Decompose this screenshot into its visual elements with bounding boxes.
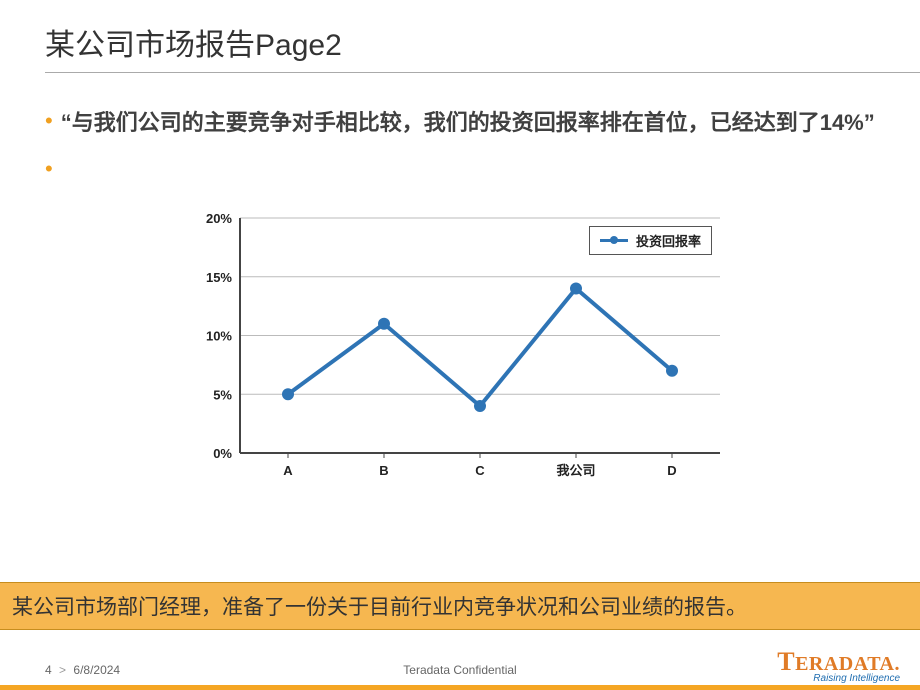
bullet-dot-icon: • [45, 158, 53, 180]
title-rule [45, 72, 920, 73]
bullet-text-1: “与我们公司的主要竞争对手相比较，我们的投资回报率排在首位，已经达到了14%” [61, 108, 875, 138]
footer-meta: 4 > 6/8/2024 [0, 663, 120, 677]
footer-date: 6/8/2024 [73, 663, 120, 677]
svg-text:A: A [283, 463, 293, 478]
footer: 4 > 6/8/2024 Teradata Confidential TERAD… [0, 656, 920, 684]
chart-container: 投资回报率 0% 5% 10% 15% 20% A B C 我公司 D [45, 198, 875, 488]
footer-confidential: Teradata Confidential [403, 663, 516, 677]
logo-main: TERADATA. [777, 649, 900, 675]
footer-logo: TERADATA. Raising Intelligence [777, 649, 900, 684]
footer-caret-icon: > [59, 663, 66, 677]
footer-page: 4 [45, 663, 52, 677]
svg-text:10%: 10% [206, 328, 232, 343]
svg-text:C: C [475, 463, 485, 478]
chart-legend: 投资回报率 [589, 226, 712, 255]
footer-stripe [0, 685, 920, 690]
svg-text:我公司: 我公司 [556, 463, 595, 478]
svg-text:20%: 20% [206, 211, 232, 226]
caption-bar: 某公司市场部门经理，准备了一份关于目前行业内竞争状况和公司业绩的报告。 [0, 582, 920, 630]
title-area: 某公司市场报告Page2 [0, 0, 920, 83]
bullet-dot-icon: • [45, 110, 53, 132]
page-title: 某公司市场报告Page2 [45, 20, 920, 64]
svg-text:0%: 0% [213, 446, 232, 461]
bullet-item-2: • [45, 156, 875, 180]
content-area: • “与我们公司的主要竞争对手相比较，我们的投资回报率排在首位，已经达到了14%… [0, 83, 920, 488]
svg-text:D: D [667, 463, 676, 478]
svg-text:B: B [379, 463, 388, 478]
legend-label: 投资回报率 [636, 231, 701, 250]
legend-swatch-icon [600, 233, 628, 247]
chart-box: 投资回报率 0% 5% 10% 15% 20% A B C 我公司 D [180, 198, 740, 488]
bullet-item-1: • “与我们公司的主要竞争对手相比较，我们的投资回报率排在首位，已经达到了14%… [45, 108, 875, 138]
svg-text:5%: 5% [213, 387, 232, 402]
svg-text:15%: 15% [206, 269, 232, 284]
